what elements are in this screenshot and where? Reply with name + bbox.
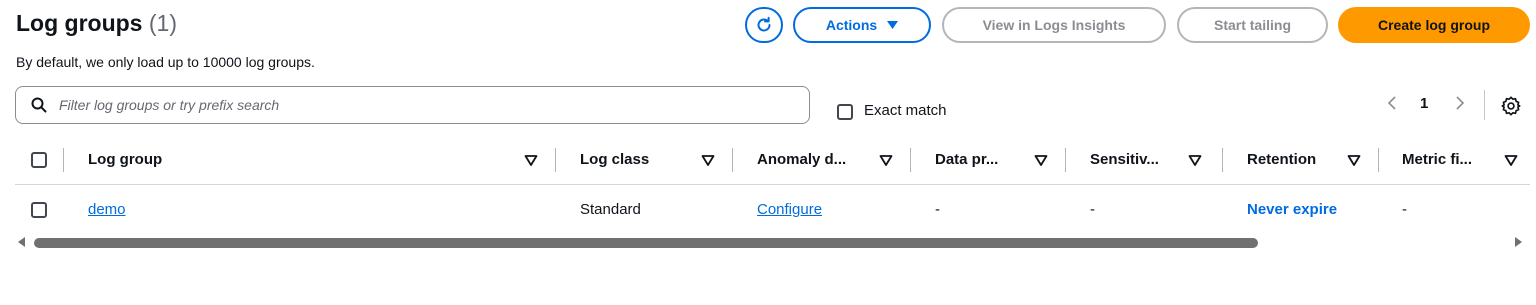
scroll-right-arrow-icon[interactable]: [1514, 237, 1522, 247]
select-all-checkbox[interactable]: [31, 152, 47, 168]
metric-filters-cell: -: [1402, 201, 1407, 218]
sort-icon[interactable]: [701, 153, 715, 167]
view-in-logs-insights-button[interactable]: View in Logs Insights: [942, 7, 1166, 43]
column-divider: [1065, 148, 1066, 172]
create-log-group-button[interactable]: Create log group: [1338, 7, 1530, 43]
column-divider: [63, 148, 64, 172]
log-group-count: (1): [148, 10, 177, 36]
column-divider: [1378, 148, 1379, 172]
column-header-retention[interactable]: Retention: [1247, 151, 1316, 168]
column-header-log-group[interactable]: Log group: [88, 151, 162, 168]
configure-anomaly-link[interactable]: Configure: [757, 201, 822, 218]
page-number-button[interactable]: 1: [1420, 95, 1428, 112]
previous-page-icon[interactable]: [1386, 96, 1398, 110]
view-in-logs-insights-label: View in Logs Insights: [982, 17, 1126, 33]
retention-link[interactable]: Never expire: [1247, 201, 1337, 218]
column-header-sensitive-data[interactable]: Sensitiv...: [1090, 151, 1159, 168]
exact-match-label: Exact match: [864, 102, 947, 119]
column-divider: [555, 148, 556, 172]
actions-button[interactable]: Actions: [793, 7, 931, 43]
sort-icon[interactable]: [1188, 153, 1202, 167]
scroll-left-arrow-icon[interactable]: [18, 237, 26, 247]
sort-icon[interactable]: [1347, 153, 1361, 167]
scrollbar-thumb[interactable]: [34, 238, 1258, 248]
page-title: Log groups (1): [16, 10, 177, 37]
sort-icon[interactable]: [879, 153, 893, 167]
page-title-text: Log groups: [16, 10, 143, 36]
refresh-button[interactable]: [745, 7, 783, 43]
caret-down-icon: [887, 21, 899, 29]
data-protection-cell: -: [935, 201, 940, 218]
column-header-data-protection[interactable]: Data pr...: [935, 151, 998, 168]
page-description: By default, we only load up to 10000 log…: [16, 54, 315, 70]
column-divider: [910, 148, 911, 172]
actions-button-label: Actions: [825, 17, 878, 33]
column-header-metric-filters[interactable]: Metric fi...: [1402, 151, 1472, 168]
column-divider: [1222, 148, 1223, 172]
settings-gear-icon[interactable]: [1500, 95, 1522, 117]
filter-log-groups-input[interactable]: [57, 96, 761, 114]
column-divider: [732, 148, 733, 172]
next-page-icon[interactable]: [1454, 96, 1466, 110]
sort-icon[interactable]: [524, 153, 538, 167]
create-log-group-label: Create log group: [1377, 17, 1490, 33]
pagination-divider: [1484, 90, 1485, 120]
log-class-cell: Standard: [580, 201, 641, 218]
row-select-checkbox[interactable]: [31, 202, 47, 218]
filter-container: [15, 86, 810, 124]
exact-match-checkbox[interactable]: [837, 104, 853, 120]
sort-icon[interactable]: [1504, 153, 1518, 167]
column-header-anomaly-detection[interactable]: Anomaly d...: [757, 151, 846, 168]
start-tailing-button[interactable]: Start tailing: [1177, 7, 1328, 43]
header-divider: [15, 184, 1530, 185]
log-group-link[interactable]: demo: [88, 201, 126, 218]
refresh-icon: [757, 16, 771, 32]
start-tailing-label: Start tailing: [1213, 17, 1291, 33]
sort-icon[interactable]: [1034, 153, 1048, 167]
search-icon: [31, 97, 47, 113]
column-header-log-class[interactable]: Log class: [580, 151, 649, 168]
sensitive-data-cell: -: [1090, 201, 1095, 218]
